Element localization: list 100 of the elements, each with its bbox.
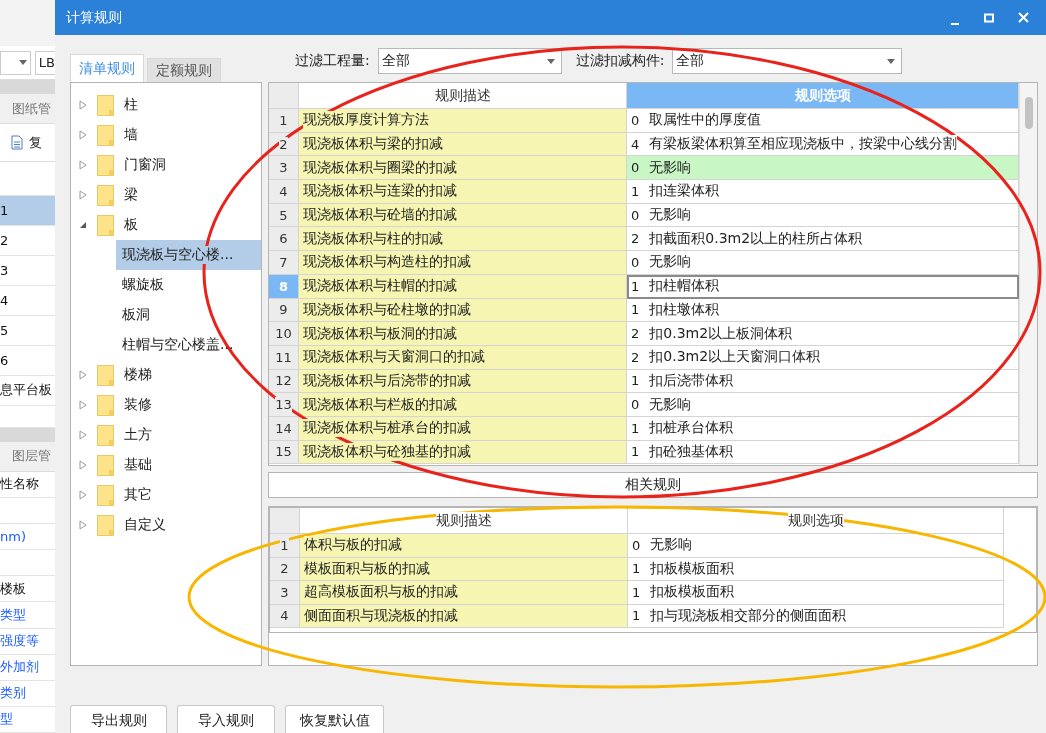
expand-arrow-icon[interactable]: [79, 400, 87, 410]
table-cell: 现浇板体积与后浇带的扣减: [299, 369, 627, 394]
filter-dropdown[interactable]: 全部: [672, 48, 903, 74]
dropdown[interactable]: [0, 50, 31, 75]
option-text: 扣与现浇板相交部分的侧面面积: [650, 606, 847, 625]
tree-item[interactable]: 墙: [124, 126, 138, 144]
action-button[interactable]: 导入规则: [177, 705, 275, 733]
row-number[interactable]: 4: [269, 180, 299, 204]
list-item[interactable]: 1: [0, 195, 55, 226]
tree-item[interactable]: 板洞: [116, 300, 261, 330]
option-cell[interactable]: 2 扣截面积0.3m2以上的柱所占体积: [627, 227, 1019, 252]
expand-arrow-icon[interactable]: [79, 190, 87, 200]
expand-arrow-icon[interactable]: [79, 520, 87, 530]
tree-item[interactable]: 现浇板与空心楼...: [116, 240, 261, 270]
folder-icon: [97, 124, 114, 146]
tab[interactable]: 图纸管: [0, 94, 55, 125]
row-number[interactable]: 6: [269, 227, 299, 252]
option-cell[interactable]: 0 无影响: [627, 156, 1019, 181]
row-number[interactable]: 11: [269, 345, 299, 370]
row-number[interactable]: 1: [269, 109, 299, 133]
tree-item[interactable]: 自定义: [124, 516, 166, 534]
table-cell: 现浇板体积与栏板的扣减: [299, 393, 627, 417]
tree-item[interactable]: 柱: [124, 96, 138, 114]
filter-label: 过滤扣减构件:: [575, 52, 665, 70]
folder-icon: [97, 214, 114, 236]
option-cell[interactable]: 1 扣与现浇板相交部分的侧面面积: [628, 604, 1004, 628]
option-text: 扣板模板面积: [650, 559, 735, 578]
table-cell: 现浇板体积与板洞的扣减: [299, 322, 627, 346]
table-cell: 模板面积与板的扣减: [300, 557, 628, 581]
option-cell[interactable]: 1 扣板模板面积: [628, 557, 1004, 581]
row-number[interactable]: 3: [270, 581, 300, 605]
option-cell[interactable]: 0 无影响: [627, 251, 1019, 275]
option-cell[interactable]: 0 无影响: [627, 393, 1019, 417]
option-cell[interactable]: 1 扣后浇带体积: [627, 369, 1019, 394]
table-cell: 现浇板体积与桩承台的扣减: [299, 416, 627, 441]
tab[interactable]: 图层管: [0, 441, 55, 472]
row-number[interactable]: 1: [270, 534, 300, 558]
tree-item[interactable]: 基础: [124, 456, 152, 474]
row-number[interactable]: 3: [269, 156, 299, 181]
expand-arrow-icon[interactable]: [79, 160, 87, 170]
tree-item[interactable]: 其它: [124, 486, 152, 504]
option-cell[interactable]: 4 有梁板梁体积算至相应现浇板中，按梁中心线分割: [627, 132, 1019, 157]
tree-item[interactable]: 柱帽与空心楼盖...: [116, 330, 261, 360]
folder-icon: [97, 484, 114, 506]
option-cell[interactable]: 1 扣柱墩体积: [627, 298, 1019, 323]
row-number[interactable]: 7: [269, 251, 299, 275]
column-header[interactable]: 规则描述: [299, 83, 627, 109]
tree-item[interactable]: 螺旋板: [116, 270, 261, 300]
table-cell: 超高模板面积与板的扣减: [300, 581, 628, 605]
option-cell[interactable]: 0 无影响: [628, 534, 1004, 558]
tree-item[interactable]: 梁: [124, 186, 138, 204]
table-cell: 现浇板体积与砼柱墩的扣减: [299, 298, 627, 323]
expand-arrow-icon[interactable]: [79, 490, 87, 500]
row-number[interactable]: 4: [270, 604, 300, 628]
scrollbar[interactable]: [1019, 83, 1037, 465]
row-number[interactable]: 5: [269, 203, 299, 228]
row-number[interactable]: 2: [270, 557, 300, 581]
option-cell[interactable]: 0 取属性中的厚度值: [627, 109, 1019, 133]
option-text: 扣柱墩体积: [649, 300, 720, 319]
option-cell[interactable]: 1 扣砼独基体积: [627, 440, 1019, 465]
option-cell[interactable]: 1 扣桩承台体积: [627, 416, 1019, 441]
filter-dropdown[interactable]: 全部: [377, 48, 562, 74]
expand-arrow-icon[interactable]: [79, 370, 87, 380]
option-text: 扣后浇带体积: [649, 371, 734, 390]
option-cell[interactable]: 2 扣0.3m2以上天窗洞口体积: [627, 345, 1019, 370]
table-cell: 现浇板体积与天窗洞口的扣减: [299, 345, 627, 370]
expand-arrow-icon[interactable]: [79, 460, 87, 470]
table-cell: 现浇板体积与圈梁的扣减: [299, 156, 627, 181]
tab[interactable]: 清单规则: [70, 54, 144, 82]
tree-item[interactable]: 板: [124, 216, 138, 234]
collapse-arrow-icon[interactable]: [79, 221, 87, 229]
column-header[interactable]: 规则选项: [628, 508, 1004, 534]
row-number[interactable]: 9: [269, 298, 299, 323]
option-cell[interactable]: 1 扣板模板面积: [628, 581, 1004, 605]
tree-item[interactable]: 装修: [124, 396, 152, 414]
tree-item[interactable]: 土方: [124, 426, 152, 444]
option-cell[interactable]: 1 扣连梁体积: [627, 180, 1019, 204]
table-cell: 现浇板体积与梁的扣减: [299, 132, 627, 157]
expand-arrow-icon[interactable]: [79, 130, 87, 140]
option-cell[interactable]: 0 无影响: [627, 203, 1019, 228]
row-number[interactable]: 15: [269, 440, 299, 465]
option-cell[interactable]: 1 扣柱帽体积: [627, 274, 1019, 299]
column-header[interactable]: 规则描述: [300, 508, 628, 534]
row-number[interactable]: 12: [269, 369, 299, 394]
action-button[interactable]: 恢复默认值: [285, 705, 384, 733]
table-cell: 现浇板体积与砼独基的扣减: [299, 440, 627, 465]
tree-item[interactable]: 楼梯: [124, 366, 152, 384]
toolbar-button-label[interactable]: 复: [29, 133, 42, 152]
row-number[interactable]: 14: [269, 416, 299, 441]
tab[interactable]: 定额规则: [147, 58, 221, 82]
expand-arrow-icon[interactable]: [79, 430, 87, 440]
expand-arrow-icon[interactable]: [79, 100, 87, 110]
tree-item[interactable]: 门窗洞: [124, 156, 166, 174]
table-cell: 现浇板体积与柱帽的扣减: [299, 274, 627, 299]
row-number[interactable]: 13: [269, 393, 299, 417]
document-icon[interactable]: [11, 135, 23, 151]
folder-icon: [97, 184, 114, 206]
row-number[interactable]: 10: [269, 322, 299, 346]
option-cell[interactable]: 2 扣0.3m2以上板洞体积: [627, 322, 1019, 346]
action-button[interactable]: 导出规则: [70, 705, 167, 733]
